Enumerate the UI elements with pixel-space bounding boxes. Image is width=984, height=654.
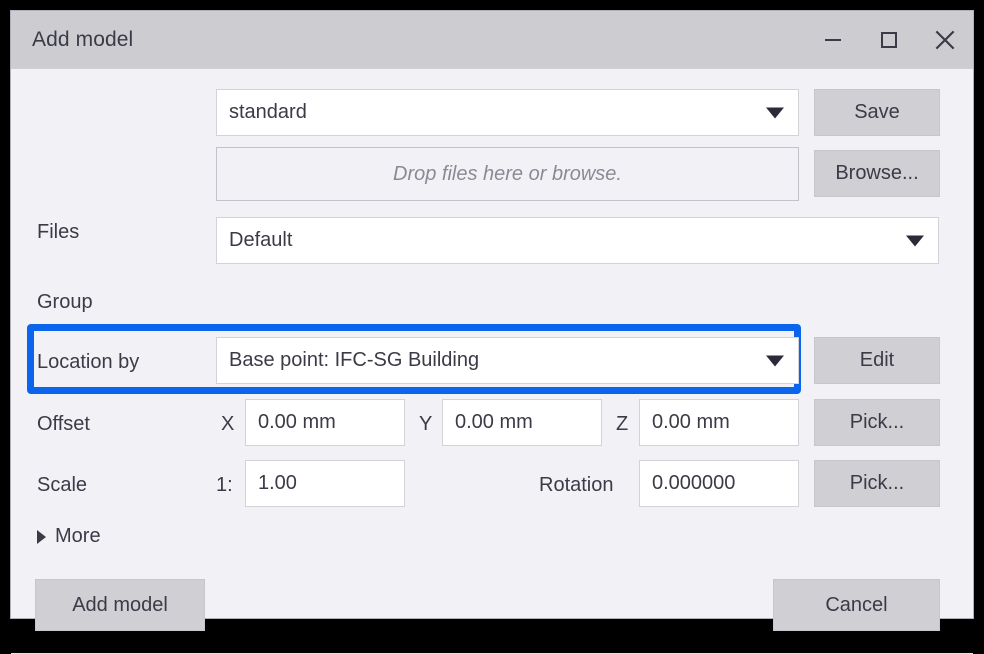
- browse-button-label: Browse...: [835, 162, 919, 184]
- minimize-button[interactable]: [805, 11, 861, 68]
- files-dropzone[interactable]: Drop files here or browse.: [216, 147, 799, 201]
- offset-pick-button-label: Pick...: [849, 411, 905, 433]
- offset-z-input[interactable]: 0.00 mm: [639, 399, 799, 446]
- edit-button-label: Edit: [859, 349, 895, 371]
- rotation-value: 0.000000: [652, 472, 736, 494]
- preset-combo[interactable]: standard: [216, 89, 799, 136]
- add-model-dialog: Add model standard Save Files Drop files…: [10, 10, 974, 654]
- dialog-content: standard Save Files Drop files here or b…: [11, 68, 973, 654]
- offset-label: Offset: [37, 413, 90, 435]
- window-controls: [805, 11, 973, 68]
- offset-x-input[interactable]: 0.00 mm: [245, 399, 405, 446]
- more-expander[interactable]: More: [37, 525, 101, 548]
- offset-y-value: 0.00 mm: [455, 411, 533, 433]
- add-model-button[interactable]: Add model: [35, 579, 205, 631]
- cancel-button-label: Cancel: [825, 593, 888, 616]
- maximize-button[interactable]: [861, 11, 917, 68]
- rotation-input[interactable]: 0.000000: [639, 460, 799, 507]
- group-label: Group: [37, 291, 93, 313]
- scale-value: 1.00: [258, 472, 297, 494]
- scale-label: Scale: [37, 474, 88, 496]
- files-dropzone-text: Drop files here or browse.: [393, 162, 622, 185]
- offset-x-value: 0.00 mm: [258, 411, 336, 433]
- rotation-label: Rotation: [539, 474, 614, 496]
- files-label: Files: [37, 221, 80, 243]
- edit-button[interactable]: Edit: [814, 337, 940, 384]
- chevron-down-icon: [766, 107, 784, 118]
- preset-value: standard: [229, 101, 307, 123]
- browse-button[interactable]: Browse...: [814, 150, 940, 197]
- location-by-label: Location by: [37, 351, 140, 373]
- chevron-right-icon: [37, 529, 46, 544]
- location-by-combo[interactable]: Base point: IFC-SG Building: [216, 337, 799, 384]
- save-button-label: Save: [854, 101, 900, 123]
- offset-y-input[interactable]: 0.00 mm: [442, 399, 602, 446]
- location-by-value: Base point: IFC-SG Building: [229, 349, 480, 371]
- group-value: Default: [229, 229, 293, 251]
- rotation-pick-button-label: Pick...: [849, 472, 905, 494]
- offset-y-label: Y: [419, 413, 433, 435]
- scale-ratio-label: 1:: [216, 474, 233, 496]
- offset-z-label: Z: [616, 413, 629, 435]
- rotation-pick-button[interactable]: Pick...: [814, 460, 940, 507]
- offset-z-value: 0.00 mm: [652, 411, 730, 433]
- chevron-down-icon: [766, 355, 784, 366]
- cancel-button[interactable]: Cancel: [773, 579, 940, 631]
- group-combo[interactable]: Default: [216, 217, 939, 264]
- window-title: Add model: [32, 27, 134, 51]
- scale-input[interactable]: 1.00: [245, 460, 405, 507]
- save-button[interactable]: Save: [814, 89, 940, 136]
- title-bar: Add model: [11, 11, 973, 68]
- more-label: More: [55, 525, 101, 547]
- close-button[interactable]: [917, 11, 973, 68]
- offset-x-label: X: [221, 413, 235, 435]
- chevron-down-icon: [906, 235, 924, 246]
- offset-pick-button[interactable]: Pick...: [814, 399, 940, 446]
- add-model-button-label: Add model: [72, 593, 168, 616]
